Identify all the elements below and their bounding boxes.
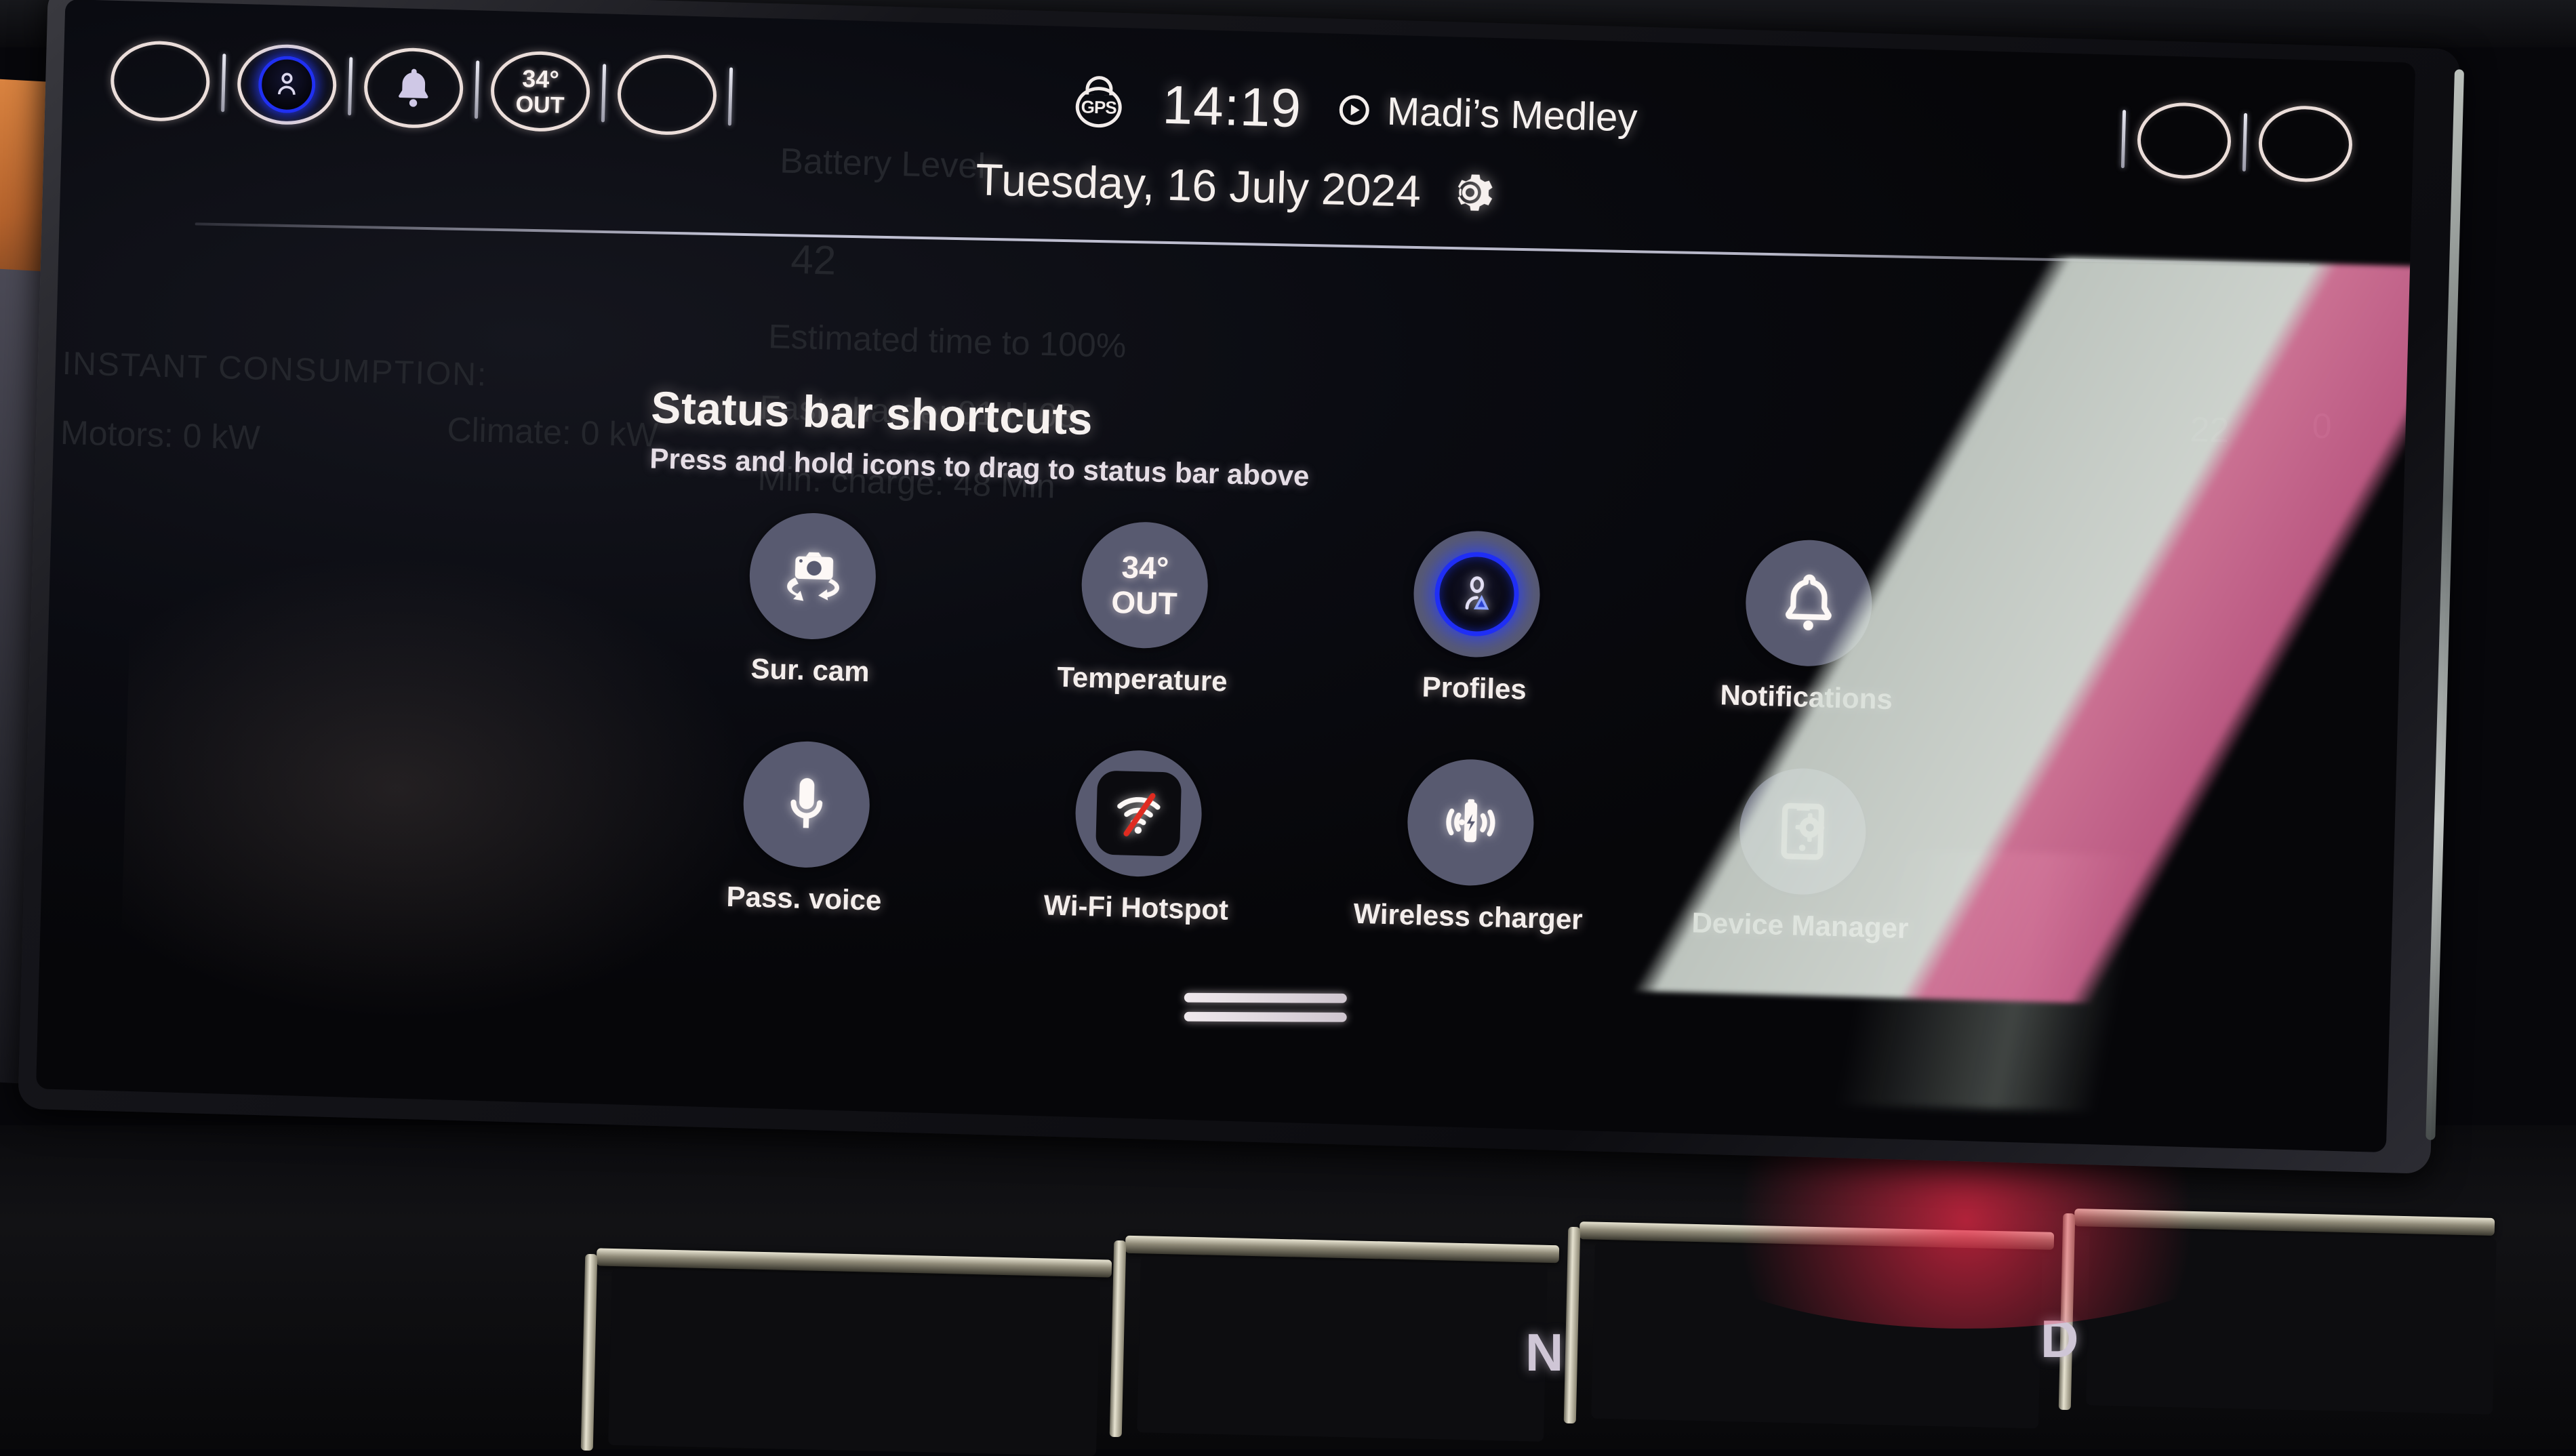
status-slot-empty-1[interactable] bbox=[110, 40, 211, 123]
status-divider-7 bbox=[2242, 113, 2247, 171]
temp-value: 34° bbox=[1112, 551, 1178, 584]
status-divider-2 bbox=[348, 57, 353, 115]
device-manager-icon bbox=[1738, 767, 1868, 896]
shortcut-label: Sur. cam bbox=[750, 653, 870, 688]
shortcut-temperature[interactable]: 34° OUT Temperature bbox=[975, 518, 1312, 700]
panel-drag-handle[interactable] bbox=[1184, 993, 1347, 1032]
bg-battery-percent: 42 bbox=[790, 236, 837, 284]
status-divider-3 bbox=[475, 60, 479, 119]
surround-camera-icon bbox=[748, 511, 877, 641]
bg-climate: Climate: 0 kW bbox=[447, 409, 659, 454]
temperature-icon: 34° OUT bbox=[1080, 521, 1209, 650]
status-slot-empty-2[interactable] bbox=[616, 54, 717, 136]
shortcut-pass-voice[interactable]: Pass. voice bbox=[637, 737, 974, 918]
console-button-p[interactable] bbox=[608, 1269, 1100, 1456]
console-chrome-divider-3 bbox=[1564, 1227, 1581, 1423]
status-slot-empty-4[interactable] bbox=[2257, 104, 2353, 183]
shortcut-device-manager[interactable]: Device Manager bbox=[1634, 764, 1971, 946]
bg-motors: Motors: 0 kW bbox=[60, 413, 260, 458]
bell-icon bbox=[388, 63, 439, 113]
media-status[interactable]: Madi’s Medley bbox=[1339, 87, 1638, 140]
bg-instant-consumption-label: INSTANT CONSUMPTION: bbox=[62, 345, 488, 394]
profiles-bubble bbox=[1412, 529, 1542, 659]
bell-icon bbox=[1744, 538, 1874, 668]
shortcut-notifications[interactable]: Notifications bbox=[1640, 535, 1977, 717]
wifi-hotspot-bubble bbox=[1074, 749, 1203, 878]
profile-icon bbox=[1434, 551, 1520, 637]
temp-unit: OUT bbox=[1111, 586, 1178, 620]
media-title: Madi’s Medley bbox=[1386, 88, 1638, 140]
gps-label: GPS bbox=[1081, 96, 1116, 118]
shortcut-label: Temperature bbox=[1057, 661, 1228, 697]
bg-range-left: 22 bbox=[2190, 409, 2230, 451]
media-play-icon bbox=[1339, 95, 1369, 125]
wireless-charging-icon bbox=[1406, 758, 1535, 887]
shortcuts-grid: Sur. cam 34° OUT Temperature bbox=[637, 508, 1976, 946]
console-chrome-divider-2 bbox=[1110, 1240, 1127, 1437]
shortcut-label: Wi-Fi Hotspot bbox=[1043, 889, 1229, 925]
wifi-off-icon bbox=[1095, 770, 1182, 856]
microphone-icon bbox=[742, 740, 871, 869]
shortcut-label: Profiles bbox=[1422, 670, 1527, 705]
status-temp-value: 34° bbox=[516, 66, 565, 92]
shortcut-label: Wireless charger bbox=[1353, 897, 1583, 935]
status-bar-shortcuts-panel: Status bar shortcuts Press and hold icon… bbox=[637, 381, 2074, 948]
console-button-r[interactable] bbox=[1137, 1256, 1548, 1442]
shortcut-wireless-charger[interactable]: Wireless charger bbox=[1302, 755, 1638, 937]
status-slot-profiles[interactable] bbox=[237, 43, 338, 126]
shortcut-label: Notifications bbox=[1720, 679, 1893, 715]
clock: 14:19 bbox=[1162, 74, 1303, 140]
gear-indicator-n: N bbox=[1525, 1322, 1563, 1383]
bg-range-right: 0 bbox=[2312, 406, 2333, 447]
status-divider-6 bbox=[2121, 110, 2126, 168]
shortcut-wifi-hotspot[interactable]: Wi-Fi Hotspot bbox=[969, 746, 1306, 928]
shortcut-label: Pass. voice bbox=[726, 881, 882, 916]
infotainment-screen: Battery Level 42 Estimated time to 100% … bbox=[36, 0, 2415, 1152]
console-chrome-divider-1 bbox=[581, 1254, 598, 1451]
status-divider-4 bbox=[601, 64, 606, 122]
status-divider-5 bbox=[728, 67, 733, 125]
shortcut-profiles[interactable]: Profiles bbox=[1308, 527, 1645, 708]
shortcut-label: Device Manager bbox=[1691, 906, 1909, 944]
gear-icon[interactable] bbox=[1443, 165, 1497, 220]
infotainment-bezel: Battery Level 42 Estimated time to 100% … bbox=[18, 0, 2461, 1174]
status-bar-left-slots: 34° OUT bbox=[110, 40, 746, 137]
dashboard-scene: N D Battery Level 42 Estimated time to 1… bbox=[0, 0, 2576, 1449]
status-slot-temperature[interactable]: 34° OUT bbox=[490, 50, 591, 133]
status-temp-unit: OUT bbox=[515, 92, 565, 117]
status-slot-empty-3[interactable] bbox=[2137, 102, 2232, 180]
status-divider-1 bbox=[221, 54, 226, 112]
status-bar-right-slots bbox=[2109, 101, 2354, 184]
gps-icon: GPS bbox=[1072, 75, 1125, 131]
profile-icon bbox=[258, 56, 316, 114]
status-slot-notifications[interactable] bbox=[363, 47, 464, 129]
date-text: Tuesday, 16 July 2024 bbox=[975, 153, 1422, 217]
status-bar-center: GPS 14:19 Madi’s Medley bbox=[1072, 71, 1638, 148]
bg-estimated-label: Estimated time to 100% bbox=[768, 317, 1127, 365]
shortcut-sur-cam[interactable]: Sur. cam bbox=[644, 508, 981, 690]
center-console: N D bbox=[0, 1125, 2576, 1449]
